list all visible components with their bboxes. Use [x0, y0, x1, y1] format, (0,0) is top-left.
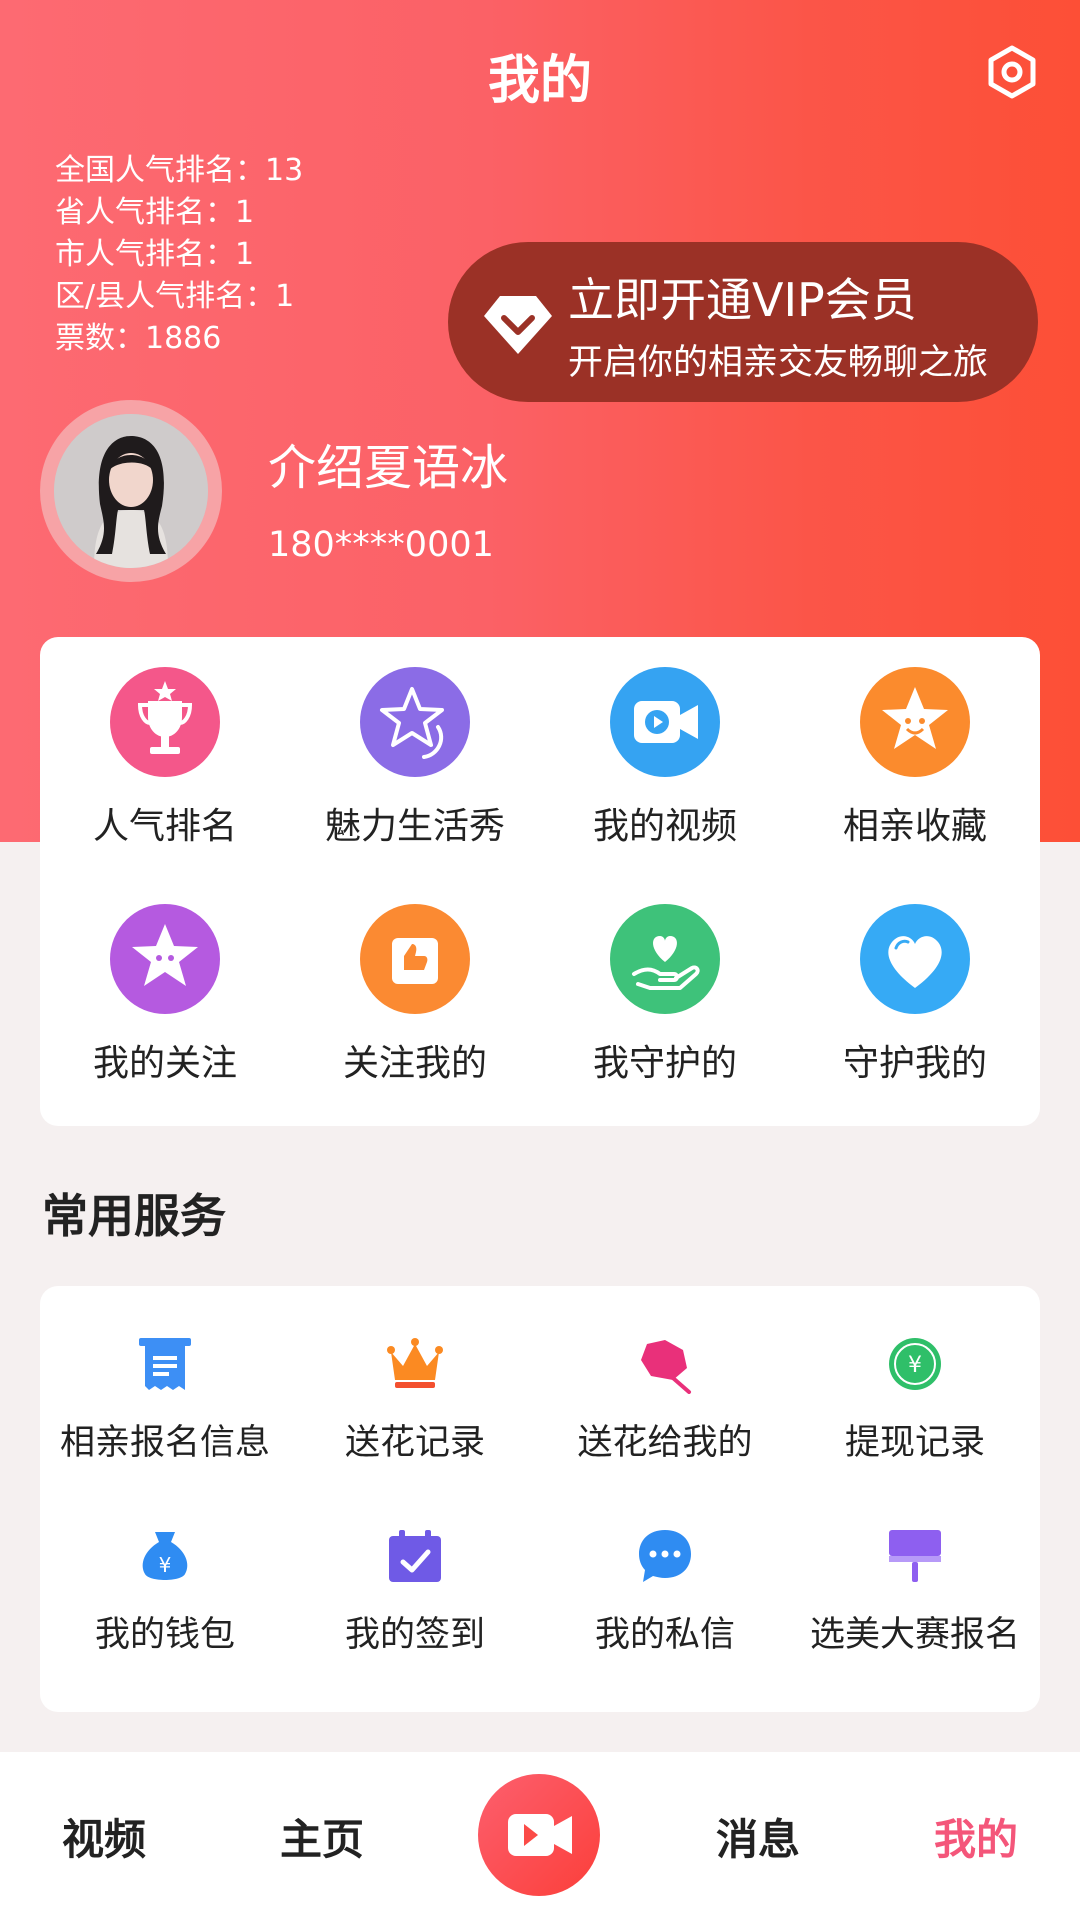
- feature-my-follows[interactable]: 我的关注: [40, 904, 290, 1104]
- service-dating-registration-info[interactable]: 相亲报名信息: [40, 1334, 290, 1464]
- heart-hand-icon: [610, 904, 720, 1014]
- video-camera-icon: [610, 667, 720, 777]
- feature-label: 守护我的: [842, 1043, 987, 1084]
- feature-followers[interactable]: 关注我的: [290, 904, 540, 1104]
- page-title: 我的: [487, 51, 592, 111]
- service-label: 我的私信: [594, 1615, 735, 1655]
- tab-home[interactable]: 主页: [280, 1806, 364, 1867]
- avatar-photo: [54, 414, 208, 568]
- svg-text:¥: ¥: [159, 1553, 172, 1577]
- service-label: 选美大赛报名: [809, 1615, 1020, 1655]
- feature-my-videos[interactable]: 我的视频: [540, 667, 790, 887]
- feature-label: 魅力生活秀: [324, 806, 505, 847]
- money-bag-icon: ¥: [142, 1532, 188, 1580]
- services-card: 相亲报名信息 送花记录 送花给我的 ¥ 提现记录 ¥ 我的钱包 我的签到 我的私…: [40, 1286, 1040, 1712]
- chat-bubble-icon: [639, 1530, 691, 1582]
- section-title-common-services: 常用服务: [42, 1189, 226, 1243]
- feature-label: 相亲收藏: [842, 806, 987, 847]
- feature-label: 我的关注: [92, 1043, 237, 1084]
- smiling-star-icon: [860, 667, 970, 777]
- feature-charm-life-show[interactable]: 魅力生活秀: [290, 667, 540, 887]
- heart-icon: [860, 904, 970, 1014]
- district-rank: 区/县人气排名：1: [55, 279, 295, 314]
- popularity-stats: 全国人气排名：13 省人气排名：1 市人气排名：1 区/县人气排名：1 票数：1…: [55, 150, 303, 360]
- settings-icon[interactable]: [984, 44, 1040, 100]
- feature-dating-favorites[interactable]: 相亲收藏: [790, 667, 1040, 887]
- avatar[interactable]: [40, 400, 222, 582]
- vip-subtitle: 开启你的相亲交友畅聊之旅: [568, 343, 989, 383]
- crown-icon: [387, 1338, 443, 1388]
- feature-label: 关注我的: [342, 1043, 487, 1084]
- service-flower-records[interactable]: 送花记录: [290, 1334, 540, 1464]
- diamond-icon: [484, 296, 552, 354]
- vip-title: 立即开通VIP会员: [568, 273, 917, 327]
- paint-roller-icon: [889, 1530, 941, 1582]
- service-label: 我的签到: [344, 1615, 485, 1655]
- svg-text:¥: ¥: [908, 1353, 922, 1378]
- vote-count: 票数：1886: [55, 321, 222, 356]
- calendar-check-icon: [389, 1530, 441, 1582]
- service-my-wallet[interactable]: ¥ 我的钱包: [40, 1526, 290, 1656]
- service-withdrawal-records[interactable]: ¥ 提现记录: [790, 1334, 1040, 1464]
- tab-mine[interactable]: 我的: [934, 1806, 1018, 1867]
- service-label: 送花记录: [344, 1423, 485, 1463]
- flower-icon: [641, 1340, 691, 1394]
- vip-banner[interactable]: 立即开通VIP会员 开启你的相亲交友畅聊之旅: [448, 242, 1038, 402]
- service-beauty-contest-signup[interactable]: 选美大赛报名: [790, 1526, 1040, 1656]
- star-badge-icon: [360, 667, 470, 777]
- tab-video[interactable]: 视频: [62, 1806, 146, 1867]
- bottom-tab-bar: 视频 主页 消息 我的: [0, 1752, 1080, 1920]
- city-rank: 市人气排名：1: [55, 237, 255, 272]
- feature-label: 人气排名: [92, 806, 237, 847]
- tab-messages[interactable]: 消息: [716, 1806, 800, 1867]
- service-label: 相亲报名信息: [59, 1423, 270, 1463]
- video-camera-icon: [508, 1814, 572, 1856]
- feature-grid-card: 人气排名 魅力生活秀 我的视频 相亲收藏 我的关注 关注我的 我守护的 守护我的: [40, 637, 1040, 1126]
- service-my-messages[interactable]: 我的私信: [540, 1526, 790, 1656]
- feature-i-guard[interactable]: 我守护的: [540, 904, 790, 1104]
- feature-label: 我守护的: [592, 1043, 737, 1084]
- receipt-icon: [139, 1338, 191, 1390]
- service-label: 提现记录: [844, 1423, 985, 1463]
- service-flowers-to-me[interactable]: 送花给我的: [540, 1334, 790, 1464]
- feature-popularity-ranking[interactable]: 人气排名: [40, 667, 290, 887]
- service-my-checkin[interactable]: 我的签到: [290, 1526, 540, 1656]
- national-rank: 全国人气排名：13: [55, 153, 304, 188]
- thumbs-up-icon: [360, 904, 470, 1014]
- user-name: 介绍夏语冰: [268, 440, 509, 496]
- user-phone: 180****0001: [268, 525, 494, 565]
- service-label: 送花给我的: [577, 1423, 753, 1463]
- service-label: 我的钱包: [94, 1615, 235, 1655]
- feature-label: 我的视频: [592, 806, 737, 847]
- feature-guards-me[interactable]: 守护我的: [790, 904, 1040, 1104]
- person-silhouette-icon: [54, 414, 208, 568]
- province-rank: 省人气排名：1: [55, 195, 255, 230]
- trophy-icon: [110, 667, 220, 777]
- record-video-button[interactable]: [478, 1774, 600, 1896]
- yen-coin-icon: ¥: [889, 1338, 941, 1390]
- star-icon: [110, 904, 220, 1014]
